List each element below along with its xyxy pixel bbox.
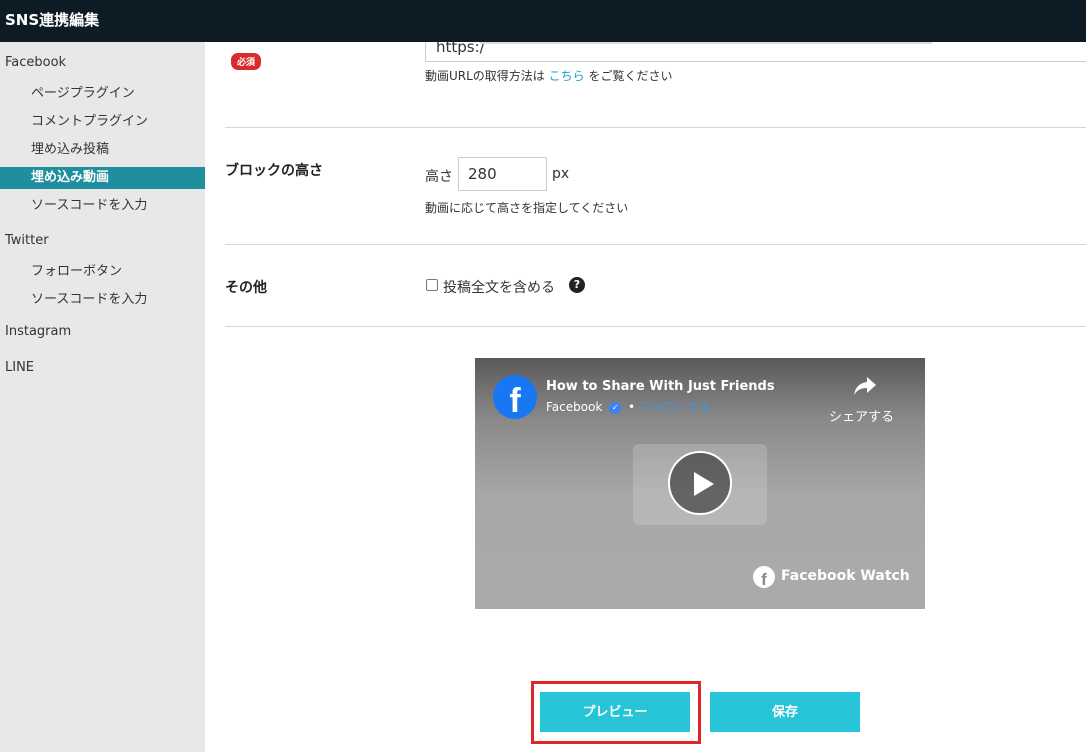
sidebar-item-page-plugin[interactable]: ページプラグイン xyxy=(0,83,205,105)
video-separator: • xyxy=(628,400,636,414)
sidebar-group-line[interactable]: LINE xyxy=(5,360,34,375)
height-unit: px xyxy=(552,166,570,182)
height-prefix: 高さ xyxy=(425,169,453,185)
video-url-redaction xyxy=(480,42,932,44)
play-icon[interactable] xyxy=(668,451,732,515)
sidebar-item-facebook-source-code[interactable]: ソースコードを入力 xyxy=(0,195,205,217)
video-url-help-link[interactable]: こちら xyxy=(549,69,585,83)
video-page-name[interactable]: Facebook xyxy=(546,400,602,414)
facebook-watch-label: Facebook Watch xyxy=(781,568,910,584)
video-url-value: https:/ xyxy=(436,42,485,56)
sidebar-item-follow-button[interactable]: フォローボタン xyxy=(0,261,205,283)
question-circle-icon[interactable]: ? xyxy=(569,277,585,293)
share-label[interactable]: シェアする xyxy=(829,406,894,425)
sidebar-group-facebook[interactable]: Facebook xyxy=(5,55,66,70)
verified-badge-icon: ✓ xyxy=(609,401,622,414)
required-badge: 必須 xyxy=(231,53,262,70)
include-full-text-checkbox[interactable] xyxy=(426,279,438,291)
video-url-help-prefix: 動画URLの取得方法は xyxy=(425,69,545,83)
sidebar: Facebook ページプラグイン コメントプラグイン 埋め込み投稿 埋め込み動… xyxy=(0,42,205,752)
facebook-watch-icon: f xyxy=(753,566,775,589)
video-follow-link[interactable]: フォローする xyxy=(639,400,711,414)
app-title: SNS連携編集 xyxy=(5,11,100,29)
block-height-help: 動画に応じて高さを指定してください xyxy=(425,201,629,215)
video-title[interactable]: How to Share With Just Friends xyxy=(546,379,775,394)
app-header: SNS連携編集 xyxy=(0,0,1086,42)
block-height-label: ブロックの高さ xyxy=(225,163,323,179)
sidebar-item-comment-plugin[interactable]: コメントプラグイン xyxy=(0,111,205,133)
share-arrow-icon[interactable] xyxy=(853,376,877,396)
video-url-help-suffix: をご覧ください xyxy=(588,69,673,83)
divider xyxy=(225,326,1086,327)
sidebar-item-twitter-source-code[interactable]: ソースコードを入力 xyxy=(0,289,205,311)
preview-button[interactable]: プレビュー xyxy=(540,692,690,732)
sidebar-group-twitter[interactable]: Twitter xyxy=(5,233,49,248)
sidebar-item-embedded-post[interactable]: 埋め込み投稿 xyxy=(0,139,205,161)
include-full-text-label[interactable]: 投稿全文を含める xyxy=(443,277,555,297)
divider xyxy=(225,244,1086,245)
block-height-input[interactable]: 280 xyxy=(458,157,547,191)
sidebar-item-embedded-video[interactable]: 埋め込み動画 xyxy=(0,167,205,189)
other-label: その他 xyxy=(225,280,267,296)
video-url-input[interactable]: https:/ xyxy=(425,42,1086,62)
sidebar-group-instagram[interactable]: Instagram xyxy=(5,324,71,339)
facebook-logo-icon[interactable]: f xyxy=(493,375,537,420)
save-button[interactable]: 保存 xyxy=(710,692,860,732)
divider xyxy=(225,127,1086,128)
video-subtitle: Facebook ✓ • フォローする xyxy=(546,398,711,415)
video-url-help: 動画URLの取得方法は こちら をご覧ください xyxy=(425,67,673,84)
embedded-video-preview[interactable]: f How to Share With Just Friends Faceboo… xyxy=(475,358,925,609)
main-content: 必須 https:/ 動画URLの取得方法は こちら をご覧ください ブロックの… xyxy=(205,42,1086,752)
